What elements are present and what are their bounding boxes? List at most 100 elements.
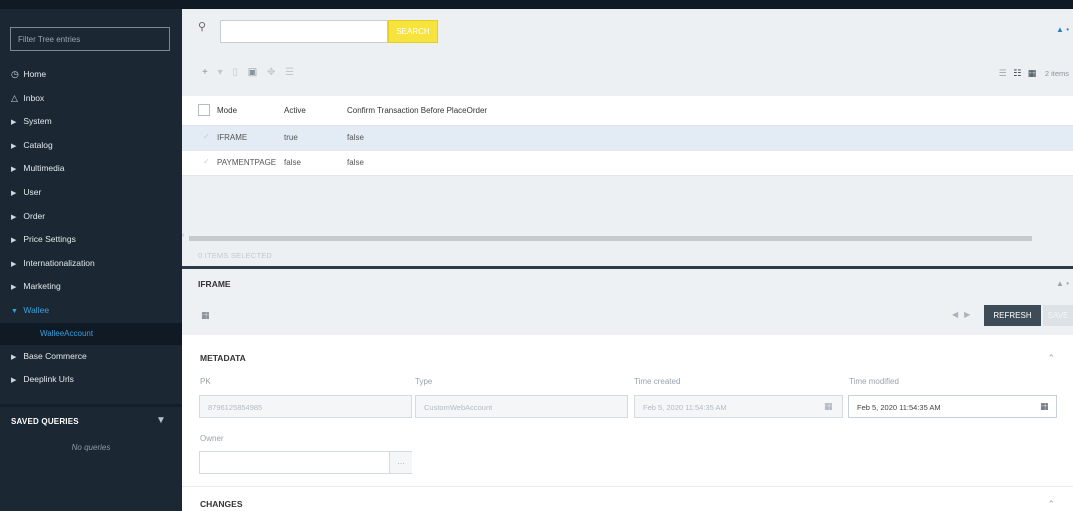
tree-view-icon[interactable]: ☷ xyxy=(1013,68,1021,78)
sidebar-item-order[interactable]: ▶ Order xyxy=(0,205,182,229)
add-icon[interactable]: + xyxy=(202,67,208,78)
type-label: Type xyxy=(415,377,433,386)
lock-icon[interactable]: ▲ • xyxy=(1056,25,1069,34)
collapse-icon[interactable]: ⌃ xyxy=(1047,353,1055,364)
caret-right-icon: ▶ xyxy=(11,377,17,385)
sidebar-item-deeplink-urls[interactable]: ▶ Deeplink Urls xyxy=(0,368,182,392)
sidebar-item-label: Home xyxy=(23,69,47,79)
owner-label: Owner xyxy=(200,434,224,443)
cell-active: true xyxy=(284,133,298,142)
caret-right-icon: ▶ xyxy=(11,166,17,174)
sidebar-item-internationalization[interactable]: ▶ Internationalization xyxy=(0,252,182,276)
editor-body: METADATA ⌃ PK 8796125854985 Type CustomW… xyxy=(182,335,1073,511)
cell-confirm: false xyxy=(347,133,364,142)
sidebar-item-label: Inbox xyxy=(23,92,45,103)
home-icon: ◷ xyxy=(11,69,19,79)
sidebar-item-label: Marketing xyxy=(23,281,61,292)
sidebar-item-label: Base Commerce xyxy=(23,350,87,361)
sidebar-item-label: System xyxy=(23,116,52,127)
move-icon[interactable]: ✥ xyxy=(267,67,275,78)
time-created-field: Feb 5, 2020 11:54:35 AM xyxy=(634,395,843,418)
sidebar-item-wallee[interactable]: ▼ Wallee xyxy=(0,299,182,323)
copy-icon[interactable]: ▯ xyxy=(232,67,238,78)
owner-browse-button[interactable]: … xyxy=(389,452,412,473)
grid-view-icon[interactable]: ▦ xyxy=(1028,68,1037,78)
sidebar-item-label: Order xyxy=(23,210,46,221)
caret-right-icon: ▶ xyxy=(11,189,17,197)
editor-toolbar: ▦ ◀▶ REFRESH SAVE xyxy=(182,297,1073,335)
sidebar-item-system[interactable]: ▶ System xyxy=(0,110,182,134)
sidebar-item-price-settings[interactable]: ▶ Price Settings xyxy=(0,228,182,252)
sidebar-item-multimedia[interactable]: ▶ Multimedia xyxy=(0,157,182,181)
sidebar-item-label: Wallee xyxy=(23,304,50,315)
column-header-active[interactable]: Active xyxy=(284,106,306,115)
list-panel: ⚲ SEARCH ▲ • + ▾ ▯ ▣ ✥ ☰ ☰ ☷ ▦ 2 items M… xyxy=(182,9,1073,266)
metadata-section-title: METADATA xyxy=(200,353,246,363)
changes-section-title: CHANGES xyxy=(200,499,243,509)
collapse-icon[interactable]: ⌃ xyxy=(1047,499,1055,510)
pk-label: PK xyxy=(200,377,211,386)
row-check-icon[interactable]: ✓ xyxy=(203,157,210,166)
owner-field[interactable]: … xyxy=(199,451,412,474)
calendar-icon[interactable]: ▦ xyxy=(1040,401,1049,412)
results-table: Mode Active Confirm Transaction Before P… xyxy=(182,96,1073,176)
sidebar-item-user[interactable]: ▶ User xyxy=(0,181,182,205)
filter-tree-input[interactable] xyxy=(10,27,170,51)
column-header-confirm[interactable]: Confirm Transaction Before PlaceOrder xyxy=(347,106,487,115)
cell-confirm: false xyxy=(347,158,364,167)
items-selected-label: 0 ITEMS SELECTED xyxy=(198,251,273,260)
items-count: 2 items xyxy=(1044,69,1069,78)
caret-right-icon: ▶ xyxy=(11,119,17,127)
inbox-icon: △ xyxy=(11,92,18,103)
sidebar-item-walleeaccount[interactable]: WalleeAccount xyxy=(0,322,182,345)
sidebar-item-marketing[interactable]: ▶ Marketing xyxy=(0,275,182,299)
trash-icon[interactable]: ▦ xyxy=(201,310,210,321)
scroll-left-icon[interactable]: ‹ xyxy=(182,232,184,239)
caret-right-icon: ▶ xyxy=(11,284,17,292)
sidebar-item-home[interactable]: ◷ Home xyxy=(0,63,182,87)
caret-right-icon: ▶ xyxy=(11,213,17,221)
editor-title: IFRAME xyxy=(198,279,231,289)
table-row[interactable]: ✓ PAYMENTPAGE false false xyxy=(182,151,1073,176)
caret-down-icon: ▼ xyxy=(11,307,18,315)
top-bar xyxy=(0,0,1073,9)
saved-queries-empty: No queries xyxy=(71,443,111,452)
column-header-mode[interactable]: Mode xyxy=(217,106,237,115)
search-input[interactable] xyxy=(220,20,388,43)
cell-mode: PAYMENTPAGE xyxy=(217,158,277,167)
caret-right-icon: ▶ xyxy=(11,142,17,150)
search-button[interactable]: SEARCH xyxy=(388,20,438,43)
nav-tree: ◷ Home △ Inbox ▶ System ▶ Catalog ▶ Mult… xyxy=(0,63,182,392)
horizontal-scrollbar[interactable]: ‹ xyxy=(182,232,1073,242)
time-modified-field[interactable]: Feb 5, 2020 11:54:35 AM xyxy=(848,395,1057,418)
pk-field: 8796125854985 xyxy=(199,395,412,418)
time-modified-label: Time modified xyxy=(849,377,899,386)
refresh-button[interactable]: REFRESH xyxy=(984,305,1041,326)
caret-right-icon: ▶ xyxy=(11,237,17,245)
table-row[interactable]: ✓ IFRAME true false xyxy=(182,126,1073,151)
sidebar-item-label: User xyxy=(23,186,42,197)
filter-funnel-icon[interactable]: ▼ xyxy=(156,415,166,426)
sidebar-item-catalog[interactable]: ▶ Catalog xyxy=(0,134,182,158)
sidebar-divider[interactable] xyxy=(0,404,182,407)
scrollbar-thumb[interactable] xyxy=(189,236,1032,241)
sidebar-item-inbox[interactable]: △ Inbox xyxy=(0,87,182,111)
sidebar-item-label: Deeplink Urls xyxy=(23,374,74,385)
save-button[interactable]: SAVE xyxy=(1043,305,1073,326)
caret-right-icon: ▶ xyxy=(11,353,17,361)
row-check-icon[interactable]: ✓ xyxy=(203,132,210,141)
chevron-down-icon[interactable]: ▾ xyxy=(218,67,223,78)
sidebar-item-base-commerce[interactable]: ▶ Base Commerce xyxy=(0,345,182,369)
list-view-icon[interactable]: ☰ xyxy=(999,68,1007,78)
sidebar-item-label: Price Settings xyxy=(23,234,76,245)
sidebar-item-label: Multimedia xyxy=(23,163,65,174)
time-created-label: Time created xyxy=(634,377,681,386)
search-options-icon[interactable]: ⚲ xyxy=(198,20,206,33)
section-divider xyxy=(182,486,1073,487)
editor-lock-icon[interactable]: ▲ • xyxy=(1056,279,1069,288)
select-all-checkbox[interactable] xyxy=(198,104,210,116)
save-icon[interactable]: ▣ xyxy=(248,67,257,78)
prev-next-arrows[interactable]: ◀▶ xyxy=(952,310,976,319)
main-area: ⚲ SEARCH ▲ • + ▾ ▯ ▣ ✥ ☰ ☰ ☷ ▦ 2 items M… xyxy=(182,9,1073,511)
list-edit-icon[interactable]: ☰ xyxy=(285,67,294,78)
